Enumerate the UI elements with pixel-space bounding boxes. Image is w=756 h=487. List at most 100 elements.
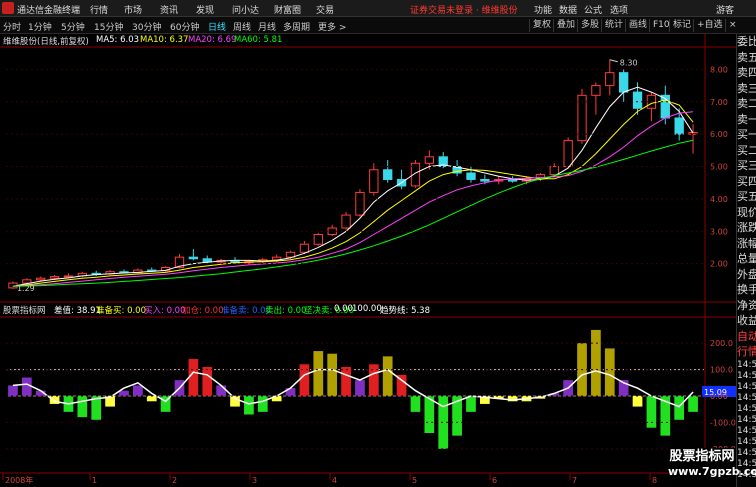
indicator-tick-label: -100.0 <box>710 418 736 427</box>
x-axis-label: 5 <box>412 476 417 485</box>
x-axis-label: 2 <box>172 476 177 485</box>
candle-body <box>480 178 490 182</box>
tick-time: 14:56 <box>737 370 756 381</box>
candle-body <box>369 169 379 193</box>
candle-body <box>63 275 74 278</box>
indicator-tick-label: 200.0 <box>710 339 733 348</box>
tick-time: 14:56 <box>737 392 756 403</box>
indicator-bar <box>688 396 698 412</box>
price-tick-label: 4.00 <box>710 195 728 204</box>
quote-item-label: 卖五 <box>737 50 756 64</box>
candle-body <box>22 279 32 284</box>
indicator-bar <box>133 385 143 396</box>
indicator-tick-label: 0.00 <box>710 392 728 401</box>
candle-body <box>466 172 476 180</box>
auto-quote-tab[interactable]: 自动 <box>737 329 756 345</box>
candle-body <box>549 166 559 176</box>
low-price-label: 1.29 <box>17 284 35 293</box>
indicator-bar <box>368 364 379 396</box>
tick-time: 14:56 <box>737 381 756 392</box>
indicator-bar <box>299 364 310 396</box>
indicator-bar <box>646 396 657 428</box>
quote-item-label: 买四 <box>737 174 756 188</box>
quote-item-label: 涨跌 <box>737 221 756 234</box>
indicator-bar <box>8 385 18 396</box>
candle-body <box>355 191 365 216</box>
indicator-bar <box>49 396 60 404</box>
price-tick-label: 2.00 <box>710 260 728 269</box>
quote-item-label: 卖三 <box>737 81 756 95</box>
indicator-bar <box>146 396 157 402</box>
tick-time: 14:56 <box>737 414 756 425</box>
candle-body <box>188 256 199 260</box>
quote-item-label: 收益 <box>737 314 756 327</box>
indicator-bar <box>244 396 254 415</box>
candle-body <box>605 72 615 87</box>
indicator-bar <box>355 380 365 396</box>
site-watermark: 股票指标网 www.7gpzb.com <box>668 448 756 487</box>
watermark-line1: 股票指标网 <box>669 449 735 464</box>
quote-item-label: 外盘 <box>737 267 756 281</box>
candle-body <box>299 243 310 253</box>
candle-body <box>49 276 60 279</box>
candle-body <box>424 156 435 164</box>
indicator-bar <box>216 385 226 396</box>
candle-body <box>313 234 323 245</box>
candle-body <box>383 169 393 180</box>
indicator-bar <box>591 329 601 396</box>
indicator-bar <box>327 353 338 396</box>
candle-body <box>341 214 351 229</box>
ma60-line <box>12 139 694 287</box>
indicator-tick-label: 100.0 <box>710 366 733 375</box>
quote-item-label: 总量 <box>737 252 756 265</box>
x-axis-label: 7 <box>572 476 577 485</box>
price-tick-label: 5.00 <box>710 163 728 172</box>
indicator-bar <box>604 348 615 396</box>
quote-item-label: 卖二 <box>737 97 756 110</box>
tick-time: 14:56 <box>737 425 756 436</box>
quote-item-label: 买一 <box>737 128 756 141</box>
x-axis-label: 6 <box>492 476 497 485</box>
indicator-bar <box>202 366 213 396</box>
watermark-line2: www.7gpzb.com <box>668 465 756 478</box>
candle-body <box>507 178 518 182</box>
ma10-line <box>12 99 694 287</box>
quote-item-label: 现价 <box>737 205 756 219</box>
auto-quote-tab[interactable]: 行情 <box>737 344 756 360</box>
x-axis-label: 3 <box>252 476 257 485</box>
indicator-bar <box>382 356 393 396</box>
candle-body <box>618 72 629 93</box>
indicator-bar <box>632 396 643 407</box>
quote-item-label: 委比 <box>737 35 756 48</box>
price-tick-label: 3.00 <box>710 227 728 236</box>
quote-item-label: 买五 <box>737 190 756 203</box>
price-tick-label: 8.00 <box>710 65 728 74</box>
candle-body <box>591 85 601 96</box>
quote-item-label: 换手 <box>737 283 756 296</box>
indicator-bar <box>119 390 129 396</box>
price-tick-label: 6.00 <box>710 130 728 139</box>
tick-time: 14:56 <box>737 403 756 414</box>
indicator-bar <box>410 396 421 412</box>
indicator-bar <box>257 396 268 412</box>
kline-chart[interactable]: 8.301.29 15.09 8.007.006.005.004.003.002… <box>0 0 736 487</box>
quote-sidebar: 委比卖五卖四卖三卖二卖一买一买二买三买四买五现价涨跌涨幅总量外盘换手净资收益 自… <box>736 34 756 487</box>
indicator-bar <box>341 366 351 396</box>
tick-time: 14:56 <box>737 447 756 458</box>
candle-body <box>36 277 46 281</box>
indicator-bar <box>424 396 435 433</box>
high-price-label: 8.30 <box>620 59 638 68</box>
quote-item-label: 买二 <box>737 143 756 157</box>
ma5-line <box>12 86 694 287</box>
quote-item-label: 卖四 <box>737 66 756 79</box>
quote-item-label: 涨幅 <box>737 236 756 250</box>
quote-item-label: 净资 <box>737 298 756 312</box>
quote-item-label: 买三 <box>737 159 756 172</box>
candle-body <box>563 140 573 168</box>
high-pointer <box>609 59 618 63</box>
x-axis-label: 2008年 <box>5 475 33 485</box>
candle-body <box>674 117 684 135</box>
indicator-bar <box>21 377 32 396</box>
quote-item-label: 卖一 <box>737 112 756 126</box>
x-axis-label: 4 <box>332 476 337 485</box>
